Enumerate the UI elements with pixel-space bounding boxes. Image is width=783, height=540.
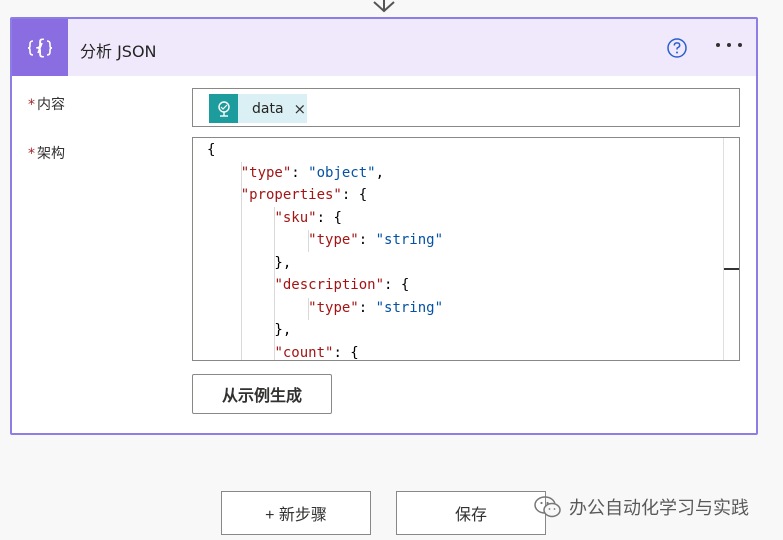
generate-from-sample-button[interactable]: 从示例生成	[192, 374, 332, 414]
schema-code[interactable]: { "type": "object", "properties": { "sku…	[193, 138, 723, 360]
parse-json-action-card: { 分析 JSON *内容	[10, 17, 758, 435]
code-line: },	[207, 322, 292, 338]
code-line: "count": {	[274, 344, 359, 361]
action-header[interactable]: { 分析 JSON	[12, 19, 756, 76]
more-ellipsis-icon[interactable]	[714, 35, 744, 58]
arrow-down-icon	[373, 0, 395, 13]
scroll-position-marker	[724, 268, 739, 270]
content-field-label: * 内容	[28, 94, 65, 114]
indent-guide	[274, 207, 276, 360]
wechat-icon	[534, 496, 561, 518]
code-line: },	[207, 254, 292, 271]
indent-guide	[308, 298, 310, 320]
schema-scrollbar[interactable]	[723, 138, 724, 360]
token-remove-button[interactable]: ×	[294, 100, 307, 118]
schema-field-label: * 架构	[28, 143, 65, 163]
data-token[interactable]: data ×	[209, 94, 307, 123]
content-label-text: 内容	[37, 97, 65, 113]
watermark-text: 办公自动化学习与实践	[569, 498, 749, 519]
watermark: 办公自动化学习与实践	[533, 494, 749, 520]
code-line: {	[207, 142, 216, 158]
schema-editor[interactable]: { "type": "object", "properties": { "sku…	[192, 137, 740, 361]
required-mark: *	[28, 97, 35, 113]
indent-guide	[308, 230, 310, 252]
dynamic-content-icon	[209, 94, 238, 123]
required-mark: *	[28, 146, 35, 162]
token-label: data	[252, 100, 284, 117]
code-line: "type": "string"	[308, 299, 444, 316]
code-line: "type": "object",	[240, 164, 385, 181]
code-line: "properties": {	[240, 187, 368, 203]
indent-guide	[240, 162, 242, 360]
schema-label-text: 架构	[37, 146, 65, 162]
new-step-button[interactable]: + 新步骤	[221, 491, 371, 535]
action-title: 分析 JSON	[80, 42, 157, 61]
save-button[interactable]: 保存	[396, 491, 546, 535]
code-line: "description": {	[274, 277, 410, 293]
json-braces-icon: {	[12, 19, 68, 76]
code-line: "type": "string"	[308, 232, 444, 248]
content-input[interactable]: data ×	[192, 88, 740, 127]
help-circle-icon[interactable]	[666, 37, 688, 59]
